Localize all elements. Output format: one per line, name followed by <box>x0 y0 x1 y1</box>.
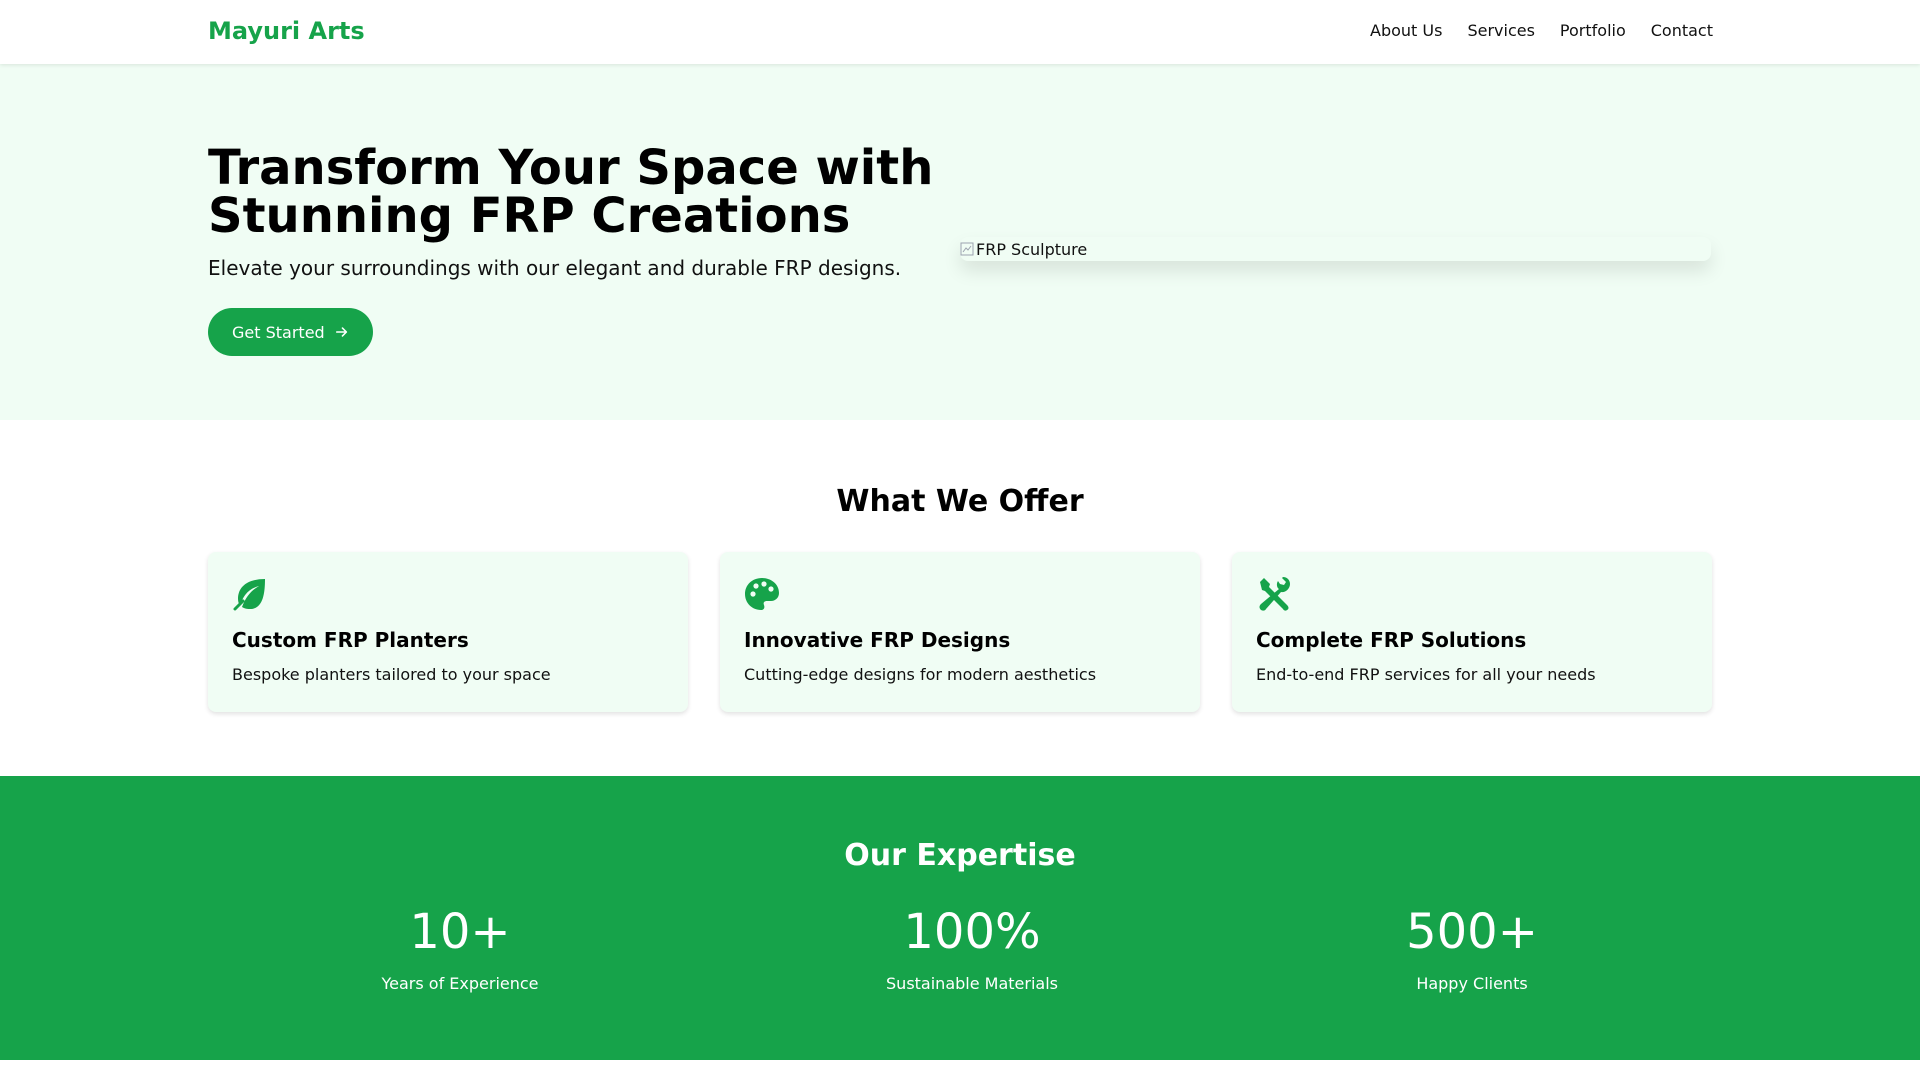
card-title: Custom FRP Planters <box>232 628 469 652</box>
stat-years-experience: 10+ Years of Experience <box>220 902 700 993</box>
leaf-icon <box>233 579 265 611</box>
card-description: End-to-end FRP services for all your nee… <box>1256 665 1596 684</box>
expertise-section: Our Expertise 10+ Years of Experience 10… <box>0 776 1920 1060</box>
stat-sustainable-materials: 100% Sustainable Materials <box>732 902 1212 993</box>
nav-links: About Us Services Portfolio Contact <box>1370 21 1713 40</box>
service-card-planters: Custom FRP Planters Bespoke planters tai… <box>208 552 688 712</box>
hero-section: Transform Your Space with Stunning FRP C… <box>0 64 1920 420</box>
stat-happy-clients: 500+ Happy Clients <box>1232 902 1712 993</box>
stat-value: 10+ <box>409 904 511 960</box>
expertise-section-title: Our Expertise <box>844 838 1076 873</box>
stat-label: Sustainable Materials <box>886 974 1058 993</box>
card-description: Cutting-edge designs for modern aestheti… <box>744 665 1097 684</box>
hero-image: FRP Sculpture <box>960 237 1711 261</box>
get-started-label: Get Started <box>232 322 325 342</box>
service-card-solutions: Complete FRP Solutions End-to-end FRP se… <box>1232 552 1712 712</box>
card-description: Bespoke planters tailored to your space <box>232 665 551 684</box>
stat-label: Happy Clients <box>1416 974 1528 993</box>
top-navbar: Mayuri Arts About Us Services Portfolio … <box>0 0 1920 64</box>
hero-title: Transform Your Space with Stunning FRP C… <box>208 140 934 244</box>
offer-section-title: What We Offer <box>836 484 1084 519</box>
hero-subtitle: Elevate your surroundings with our elega… <box>208 256 902 280</box>
card-title: Innovative FRP Designs <box>744 628 1011 652</box>
stat-label: Years of Experience <box>381 974 539 993</box>
nav-link-contact[interactable]: Contact <box>1651 21 1713 40</box>
brand-logo[interactable]: Mayuri Arts <box>208 17 365 45</box>
broken-image-icon <box>960 242 974 256</box>
get-started-button[interactable]: Get Started <box>208 308 373 356</box>
nav-link-about-us[interactable]: About Us <box>1370 21 1442 40</box>
hero-image-alt-text: FRP Sculpture <box>976 239 1088 259</box>
nav-link-portfolio[interactable]: Portfolio <box>1560 21 1626 40</box>
service-card-designs: Innovative FRP Designs Cutting-edge desi… <box>720 552 1200 712</box>
tools-icon <box>1259 577 1290 611</box>
palette-icon <box>745 578 779 610</box>
card-title: Complete FRP Solutions <box>1256 628 1527 652</box>
stat-value: 500+ <box>1406 904 1538 960</box>
arrow-right-icon <box>335 327 347 337</box>
stat-value: 100% <box>903 904 1041 960</box>
nav-link-services[interactable]: Services <box>1467 21 1534 40</box>
